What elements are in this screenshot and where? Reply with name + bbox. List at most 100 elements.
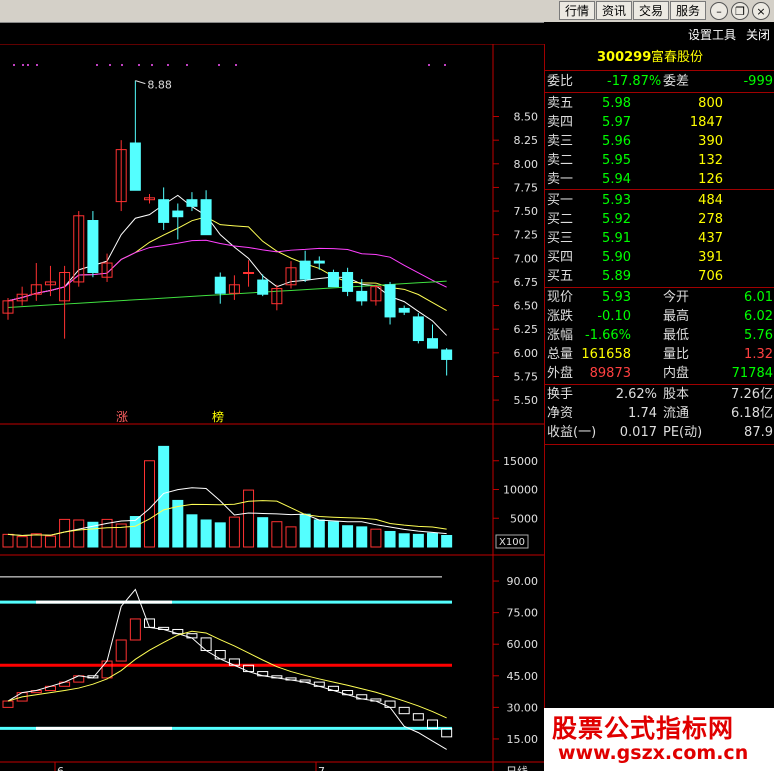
- stat-label: 外盘: [547, 366, 574, 381]
- volume-bar: [2, 533, 14, 548]
- candle-down: [427, 338, 438, 349]
- volume-unit-label: X100: [499, 537, 525, 548]
- indicator-tick-label: 15.00: [507, 733, 539, 746]
- ask-price: 5.95: [602, 153, 631, 168]
- stat-label: 今开: [663, 290, 690, 305]
- stat-row: 现价 5.93 今开 6.01: [545, 288, 774, 307]
- tab-trade[interactable]: 交易: [632, 1, 669, 20]
- price-tick-label: 6.50: [514, 300, 539, 313]
- close-icon[interactable]: ×: [752, 2, 770, 20]
- indicator-fast-line: [7, 588, 447, 750]
- price-tick-label: 5.75: [514, 370, 539, 383]
- stat-value: 5.76: [744, 328, 773, 343]
- ask-price: 5.96: [602, 134, 631, 149]
- volume-bar: [214, 522, 226, 548]
- bid-row: 买三 5.91 437: [545, 229, 774, 248]
- stat-row: 涨幅 -1.66% 最低 5.76: [545, 326, 774, 345]
- fundamental-label: 流通: [663, 406, 690, 421]
- stat-label: 总量: [547, 347, 574, 362]
- settings-tools-button[interactable]: 设置工具: [688, 26, 736, 43]
- candle-down: [214, 276, 226, 294]
- volume-bar: [285, 526, 297, 548]
- order-diff-label: 委差: [663, 74, 690, 89]
- indicator-step: [101, 660, 113, 679]
- price-tick-label: 6.00: [514, 347, 539, 360]
- price-tick-label: 6.25: [514, 323, 539, 336]
- bid-volume: 391: [698, 250, 723, 265]
- event-dot: [138, 64, 140, 66]
- volume-bar: [257, 517, 269, 548]
- tab-service[interactable]: 服务: [669, 1, 706, 20]
- bid-price: 5.91: [602, 231, 631, 246]
- bid-row: 买二 5.92 278: [545, 210, 774, 229]
- event-dot: [444, 64, 446, 66]
- minimize-icon[interactable]: –: [710, 2, 728, 20]
- ask-label: 卖二: [547, 153, 574, 168]
- bid-label: 买四: [547, 250, 574, 265]
- indicator-step: [129, 618, 141, 641]
- indicator-step: [2, 700, 14, 708]
- volume-bar: [412, 533, 424, 548]
- order-ratio-label: 委比: [547, 74, 574, 89]
- fundamental-row: 收益(一) 0.017 PE(动) 87.9: [545, 423, 774, 442]
- window-controls: – ❐ ×: [710, 2, 770, 20]
- stat-label: 最高: [663, 309, 690, 324]
- ask-row: 卖五 5.98 800: [545, 94, 774, 113]
- tab-market[interactable]: 行情: [558, 1, 595, 20]
- ask-volume: 126: [698, 172, 723, 187]
- stat-row: 外盘 89873 内盘 71784: [545, 364, 774, 383]
- bid-price: 5.89: [602, 269, 631, 284]
- period-label: 日线: [506, 764, 528, 771]
- high-annotation: 8.88: [147, 79, 172, 92]
- bid-label: 买五: [547, 269, 574, 284]
- high-pointer: [135, 80, 146, 85]
- bid-label: 买一: [547, 193, 574, 208]
- stock-header: 300299 富春股份: [545, 48, 774, 67]
- chart-area[interactable]: 8.50 8.25 8.00 7.75 7.50 7.25 7.00 6.75 6.50 6.25…: [0, 44, 544, 771]
- candle-down: [299, 260, 311, 280]
- stat-label: 涨跌: [547, 309, 574, 324]
- fundamental-value: 1.74: [628, 406, 657, 421]
- price-tick-label: 7.25: [514, 229, 539, 242]
- stat-label: 涨幅: [547, 328, 574, 343]
- price-tick-label: 7.00: [514, 252, 539, 265]
- stat-value: 89873: [589, 366, 631, 381]
- volume-bar: [370, 528, 382, 548]
- event-dot: [428, 64, 430, 66]
- time-label: 7: [318, 765, 325, 771]
- watermark-title: 股票公式指标网: [552, 714, 735, 743]
- volume-bar: [16, 536, 28, 548]
- volume-bar: [73, 519, 85, 548]
- candle-down: [441, 349, 453, 360]
- candle-down: [257, 279, 269, 295]
- price-tick-label: 5.50: [514, 394, 539, 407]
- price-tick-label: 8.00: [514, 158, 539, 171]
- fundamental-value: 6.18亿: [731, 406, 773, 421]
- volume-bar: [327, 521, 339, 548]
- ask-price: 5.98: [602, 96, 631, 111]
- tab-news[interactable]: 资讯: [595, 1, 632, 20]
- order-ratio-row: 委比 -17.87% 委差 -999: [545, 72, 774, 91]
- event-dot: [27, 64, 29, 66]
- volume-bar: [200, 519, 212, 548]
- restore-icon[interactable]: ❐: [731, 2, 749, 20]
- volume-tick-label: 5000: [510, 512, 538, 525]
- indicator-tick-label: 90.00: [507, 575, 539, 588]
- ask-row: 卖四 5.97 1847: [545, 113, 774, 132]
- indicator-step: [200, 637, 212, 652]
- event-dot: [151, 64, 153, 66]
- ask-label: 卖一: [547, 172, 574, 187]
- price-tick-label: 7.75: [514, 181, 539, 194]
- order-ratio-value: -17.87%: [607, 74, 662, 89]
- bid-volume: 484: [698, 193, 723, 208]
- event-dot: [13, 64, 15, 66]
- close-panel-button[interactable]: 关闭: [746, 26, 770, 43]
- ask-row: 卖一 5.94 126: [545, 170, 774, 189]
- volume-bar: [299, 513, 311, 548]
- event-dot: [109, 64, 111, 66]
- indicator-step: [384, 700, 396, 708]
- price-tick-label: 8.50: [514, 111, 539, 124]
- price-tick-label: 8.25: [514, 134, 539, 147]
- event-dot: [167, 64, 169, 66]
- stat-value: 6.01: [744, 290, 773, 305]
